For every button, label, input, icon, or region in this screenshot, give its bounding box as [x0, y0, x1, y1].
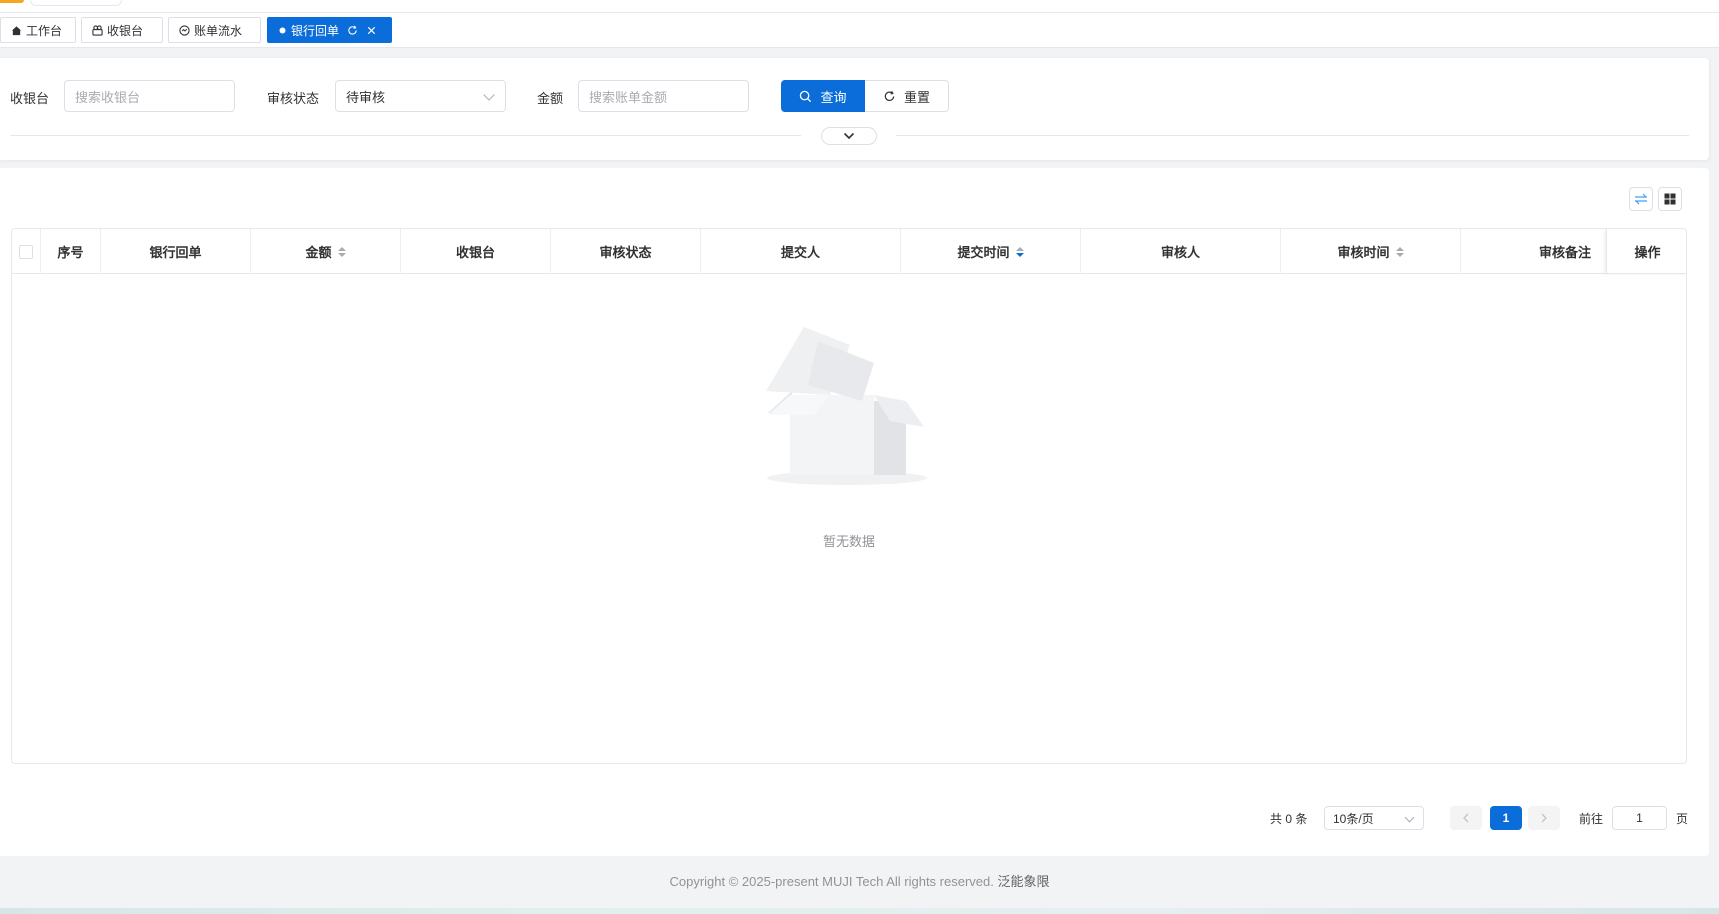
tab-bill-flow[interactable]: 账单流水: [168, 17, 261, 43]
column-title: 审核时间: [1337, 245, 1390, 260]
page-size-value: 10条/页: [1333, 811, 1374, 826]
status-select-value: 待审核: [346, 89, 386, 105]
column-title: 审核人: [1160, 245, 1200, 260]
reset-button-label: 重置: [903, 89, 930, 105]
dot-icon: [279, 27, 286, 33]
swap-icon: [1635, 193, 1647, 205]
goto-page-input[interactable]: 1: [1612, 806, 1667, 830]
home-icon: [11, 25, 22, 35]
column-header-sortable[interactable]: 金额: [251, 229, 401, 274]
status-select[interactable]: 待审核: [335, 80, 506, 112]
column-title: 银行回单: [149, 245, 202, 260]
empty-state-text: 暂无数据: [822, 534, 875, 549]
density-toggle-button[interactable]: [1629, 187, 1653, 211]
column-header: 审核人: [1081, 229, 1281, 274]
column-title: 序号: [57, 245, 84, 260]
table-panel: 序号 银行回单 金额 收银台 审核状态 提交人 提交时间 审核人 审核时间 审核…: [0, 168, 1709, 856]
column-header: 银行回单: [101, 229, 251, 274]
tab-cashier[interactable]: 收银台: [81, 17, 163, 43]
chevron-left-icon: [1463, 813, 1469, 823]
select-all-cell: [12, 229, 41, 274]
page-number-button[interactable]: 1: [1490, 806, 1522, 830]
page-size-select[interactable]: 10条/页: [1324, 806, 1424, 830]
amount-search-input[interactable]: 搜索账单金额: [578, 80, 749, 112]
column-title: 提交时间: [957, 245, 1010, 260]
chevron-down-icon: [1404, 812, 1415, 823]
column-title: 操作: [1634, 245, 1661, 260]
tab-label: 收银台: [107, 23, 144, 38]
search-icon: [800, 90, 812, 102]
column-header: 序号: [41, 229, 101, 274]
header-tab-fragment: [30, 0, 122, 6]
logo-accent: [0, 0, 24, 3]
chevron-right-icon: [1541, 813, 1547, 823]
query-button[interactable]: 查询: [781, 80, 865, 112]
column-title: 收银台: [455, 245, 495, 260]
column-settings-button[interactable]: [1658, 187, 1682, 211]
column-header-sortable[interactable]: 审核时间: [1281, 229, 1461, 274]
pagination-total: 共 0 条: [1270, 811, 1308, 826]
bill-icon: [179, 24, 190, 36]
refresh-icon: [884, 90, 895, 101]
status-label: 审核状态: [267, 91, 320, 106]
grid-icon: [1664, 193, 1676, 205]
column-title: 审核备注: [1538, 245, 1591, 260]
column-header: 审核状态: [551, 229, 701, 274]
column-header: 审核备注: [1461, 229, 1617, 274]
query-button-label: 查询: [820, 89, 847, 105]
brand-link[interactable]: 泛能象限: [997, 874, 1049, 889]
footer: Copyright © 2025-present MUJI Tech All r…: [0, 856, 1719, 908]
empty-box-illustration: [766, 327, 927, 485]
cashier-icon: [92, 24, 103, 36]
reset-button[interactable]: 重置: [865, 80, 949, 112]
column-title: 审核状态: [599, 245, 652, 260]
expand-toggle[interactable]: [821, 127, 877, 145]
sort-icon[interactable]: [337, 246, 346, 257]
data-table: 序号 银行回单 金额 收银台 审核状态 提交人 提交时间 审核人 审核时间 审核…: [11, 228, 1687, 764]
close-icon[interactable]: [366, 25, 377, 36]
chevron-down-icon: [483, 89, 495, 101]
tab-workbench[interactable]: 工作台: [0, 17, 76, 43]
tab-label: 银行回单: [291, 23, 340, 38]
next-page-button[interactable]: [1528, 806, 1560, 830]
column-header: 提交人: [701, 229, 901, 274]
column-header-sortable[interactable]: 提交时间: [901, 229, 1081, 274]
amount-label: 金额: [537, 91, 564, 106]
tab-bank-receipt[interactable]: 银行回单: [267, 17, 392, 43]
chevron-down-icon: [843, 132, 855, 140]
bottom-edge: [0, 908, 1719, 914]
copyright-text: Copyright © 2025-present MUJI Tech All r…: [669, 874, 994, 889]
column-header-actions: 操作: [1606, 229, 1686, 274]
sort-icon[interactable]: [1015, 246, 1024, 257]
column-title: 金额: [305, 245, 332, 260]
divider-left: [10, 135, 801, 136]
cashier-label: 收银台: [10, 91, 50, 106]
column-title: 提交人: [780, 245, 820, 260]
tab-label: 账单流水: [194, 23, 243, 38]
page-suffix: 页: [1676, 811, 1689, 826]
refresh-icon[interactable]: [347, 25, 358, 36]
search-panel: 收银台 搜索收银台 审核状态 待审核 金额 搜索账单金额 查询 重置: [0, 58, 1709, 160]
select-all-checkbox[interactable]: [19, 244, 33, 259]
tab-label: 工作台: [26, 23, 63, 38]
divider-right: [896, 135, 1689, 136]
sort-icon[interactable]: [1395, 246, 1404, 257]
cashier-search-input[interactable]: 搜索收银台: [64, 80, 235, 112]
table-header: 序号 银行回单 金额 收银台 审核状态 提交人 提交时间 审核人 审核时间 审核…: [12, 229, 1686, 274]
tabs-bar: 工作台 收银台 账单流水 银行回单: [0, 13, 1719, 48]
top-header: [0, 0, 1719, 13]
column-header: 收银台: [401, 229, 551, 274]
goto-label: 前往: [1579, 811, 1604, 826]
prev-page-button[interactable]: [1450, 806, 1482, 830]
